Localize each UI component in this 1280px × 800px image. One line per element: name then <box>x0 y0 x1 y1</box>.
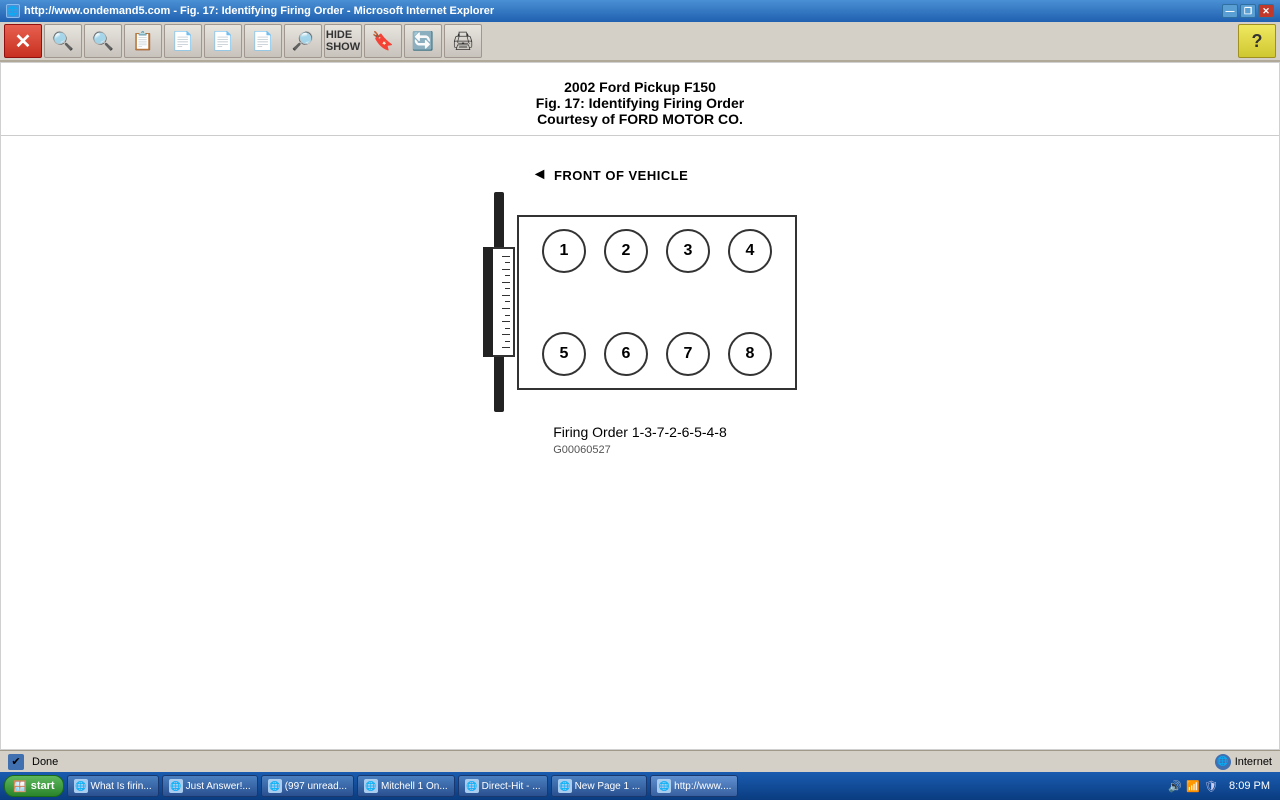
status-text: Done <box>32 756 58 768</box>
cylinder-1: 1 <box>542 229 586 273</box>
front-label-text: FRONT OF VEHICLE <box>554 168 688 183</box>
tab1-icon: 🌐 <box>74 779 88 793</box>
close-window-button[interactable]: ✕ <box>1258 4 1274 18</box>
diagram-container: ◄ FRONT OF VEHICLE <box>483 136 797 456</box>
tab3-icon: 🌐 <box>268 779 282 793</box>
tray-icons: 🔊 📶 🛡 <box>1167 778 1219 794</box>
taskbar-item-tab1[interactable]: 🌐 What Is firin... <box>67 775 159 797</box>
figure-id: G00060527 <box>553 444 727 456</box>
title-text: http://www.ondemand5.com - Fig. 17: Iden… <box>24 5 494 17</box>
start-icon: 🪟 <box>13 780 27 793</box>
next-fig-btn[interactable]: 📄 <box>204 24 242 58</box>
tray-icon-2: 📶 <box>1185 778 1201 794</box>
minimize-button[interactable]: — <box>1222 4 1238 18</box>
cylinder-6: 6 <box>604 332 648 376</box>
tray-icon-3: 🛡 <box>1203 778 1219 794</box>
browser-icon: 🌐 <box>6 4 20 18</box>
title-bar: 🌐 http://www.ondemand5.com - Fig. 17: Id… <box>0 0 1280 22</box>
bookmark-btn[interactable]: 🔖 <box>364 24 402 58</box>
start-button[interactable]: 🪟 start <box>4 775 64 797</box>
toolbar: ✕ 🔍 🔍 📋 📄 📄 📄 🔎 HIDESHOW 🔖 🔄 🖨 ? <box>0 22 1280 62</box>
refresh-btn[interactable]: 🔄 <box>404 24 442 58</box>
engine-block: 1 2 3 4 5 6 7 8 <box>517 215 797 390</box>
main-content: 2002 Ford Pickup F150 Fig. 17: Identifyi… <box>0 62 1280 750</box>
engine-bracket <box>483 192 515 412</box>
start-label: start <box>31 780 55 792</box>
vehicle-title: 2002 Ford Pickup F150 <box>1 79 1279 95</box>
cylinder-4: 4 <box>728 229 772 273</box>
tab4-icon: 🌐 <box>364 779 378 793</box>
jump-btn[interactable]: 📄 <box>244 24 282 58</box>
tab1-label: What Is firin... <box>91 781 152 792</box>
taskbar-item-tab6[interactable]: 🌐 New Page 1 ... <box>551 775 648 797</box>
figure-title: Fig. 17: Identifying Firing Order <box>1 95 1279 111</box>
help-btn[interactable]: ? <box>1238 24 1276 58</box>
engine-diagram: 1 2 3 4 5 6 7 8 <box>483 192 797 412</box>
taskbar-item-tab5[interactable]: 🌐 Direct-Hit - ... <box>458 775 548 797</box>
cylinder-8: 8 <box>728 332 772 376</box>
status-bar: ✔ Done 🌐 Internet <box>0 750 1280 772</box>
cylinder-5: 5 <box>542 332 586 376</box>
tab2-label: Just Answer!... <box>186 781 251 792</box>
hide-show-btn[interactable]: HIDESHOW <box>324 24 362 58</box>
left-arrow-icon: ◄ <box>532 166 548 184</box>
status-icon: ✔ <box>8 754 24 770</box>
print-btn[interactable]: 🖨 <box>444 24 482 58</box>
firing-order-text: Firing Order 1-3-7-2-6-5-4-8 <box>553 424 727 440</box>
tray-icon-1: 🔊 <box>1167 778 1183 794</box>
tab2-icon: 🌐 <box>169 779 183 793</box>
forward-btn[interactable]: 🔍 <box>84 24 122 58</box>
tab6-label: New Page 1 ... <box>575 781 641 792</box>
clock-display: 8:09 PM <box>1223 780 1276 792</box>
fig-list-btn[interactable]: 📋 <box>124 24 162 58</box>
tab7-label: http://www.... <box>674 781 731 792</box>
cylinder-3: 3 <box>666 229 710 273</box>
taskbar-item-tab3[interactable]: 🌐 (997 unread... <box>261 775 354 797</box>
zone-text: Internet <box>1235 756 1272 768</box>
prev-btn[interactable]: 📄 <box>164 24 202 58</box>
tab5-label: Direct-Hit - ... <box>482 781 541 792</box>
cylinder-7: 7 <box>666 332 710 376</box>
cylinders-bottom-row: 5 6 7 8 <box>519 332 795 388</box>
window-controls: — ❐ ✕ <box>1222 4 1274 18</box>
figure-caption: Firing Order 1-3-7-2-6-5-4-8 G00060527 <box>553 424 727 456</box>
close-btn[interactable]: ✕ <box>4 24 42 58</box>
cylinder-2: 2 <box>604 229 648 273</box>
restore-button[interactable]: ❐ <box>1240 4 1256 18</box>
tab7-icon: 🌐 <box>657 779 671 793</box>
cylinders-top-row: 1 2 3 4 <box>519 217 795 273</box>
page-header: 2002 Ford Pickup F150 Fig. 17: Identifyi… <box>1 63 1279 136</box>
taskbar-right: 🔊 📶 🛡 8:09 PM <box>1167 778 1276 794</box>
taskbar-item-tab2[interactable]: 🌐 Just Answer!... <box>162 775 258 797</box>
back-btn[interactable]: 🔍 <box>44 24 82 58</box>
tab3-label: (997 unread... <box>285 781 347 792</box>
courtesy-line: Courtesy of FORD MOTOR CO. <box>1 111 1279 127</box>
zone-icon: 🌐 <box>1215 754 1231 770</box>
tab6-icon: 🌐 <box>558 779 572 793</box>
tab4-label: Mitchell 1 On... <box>381 781 448 792</box>
taskbar-item-tab7[interactable]: 🌐 http://www.... <box>650 775 738 797</box>
taskbar: 🪟 start 🌐 What Is firin... 🌐 Just Answer… <box>0 772 1280 800</box>
find-btn[interactable]: 🔎 <box>284 24 322 58</box>
front-of-vehicle-label: ◄ FRONT OF VEHICLE <box>532 166 689 184</box>
tab5-icon: 🌐 <box>465 779 479 793</box>
taskbar-item-tab4[interactable]: 🌐 Mitchell 1 On... <box>357 775 455 797</box>
